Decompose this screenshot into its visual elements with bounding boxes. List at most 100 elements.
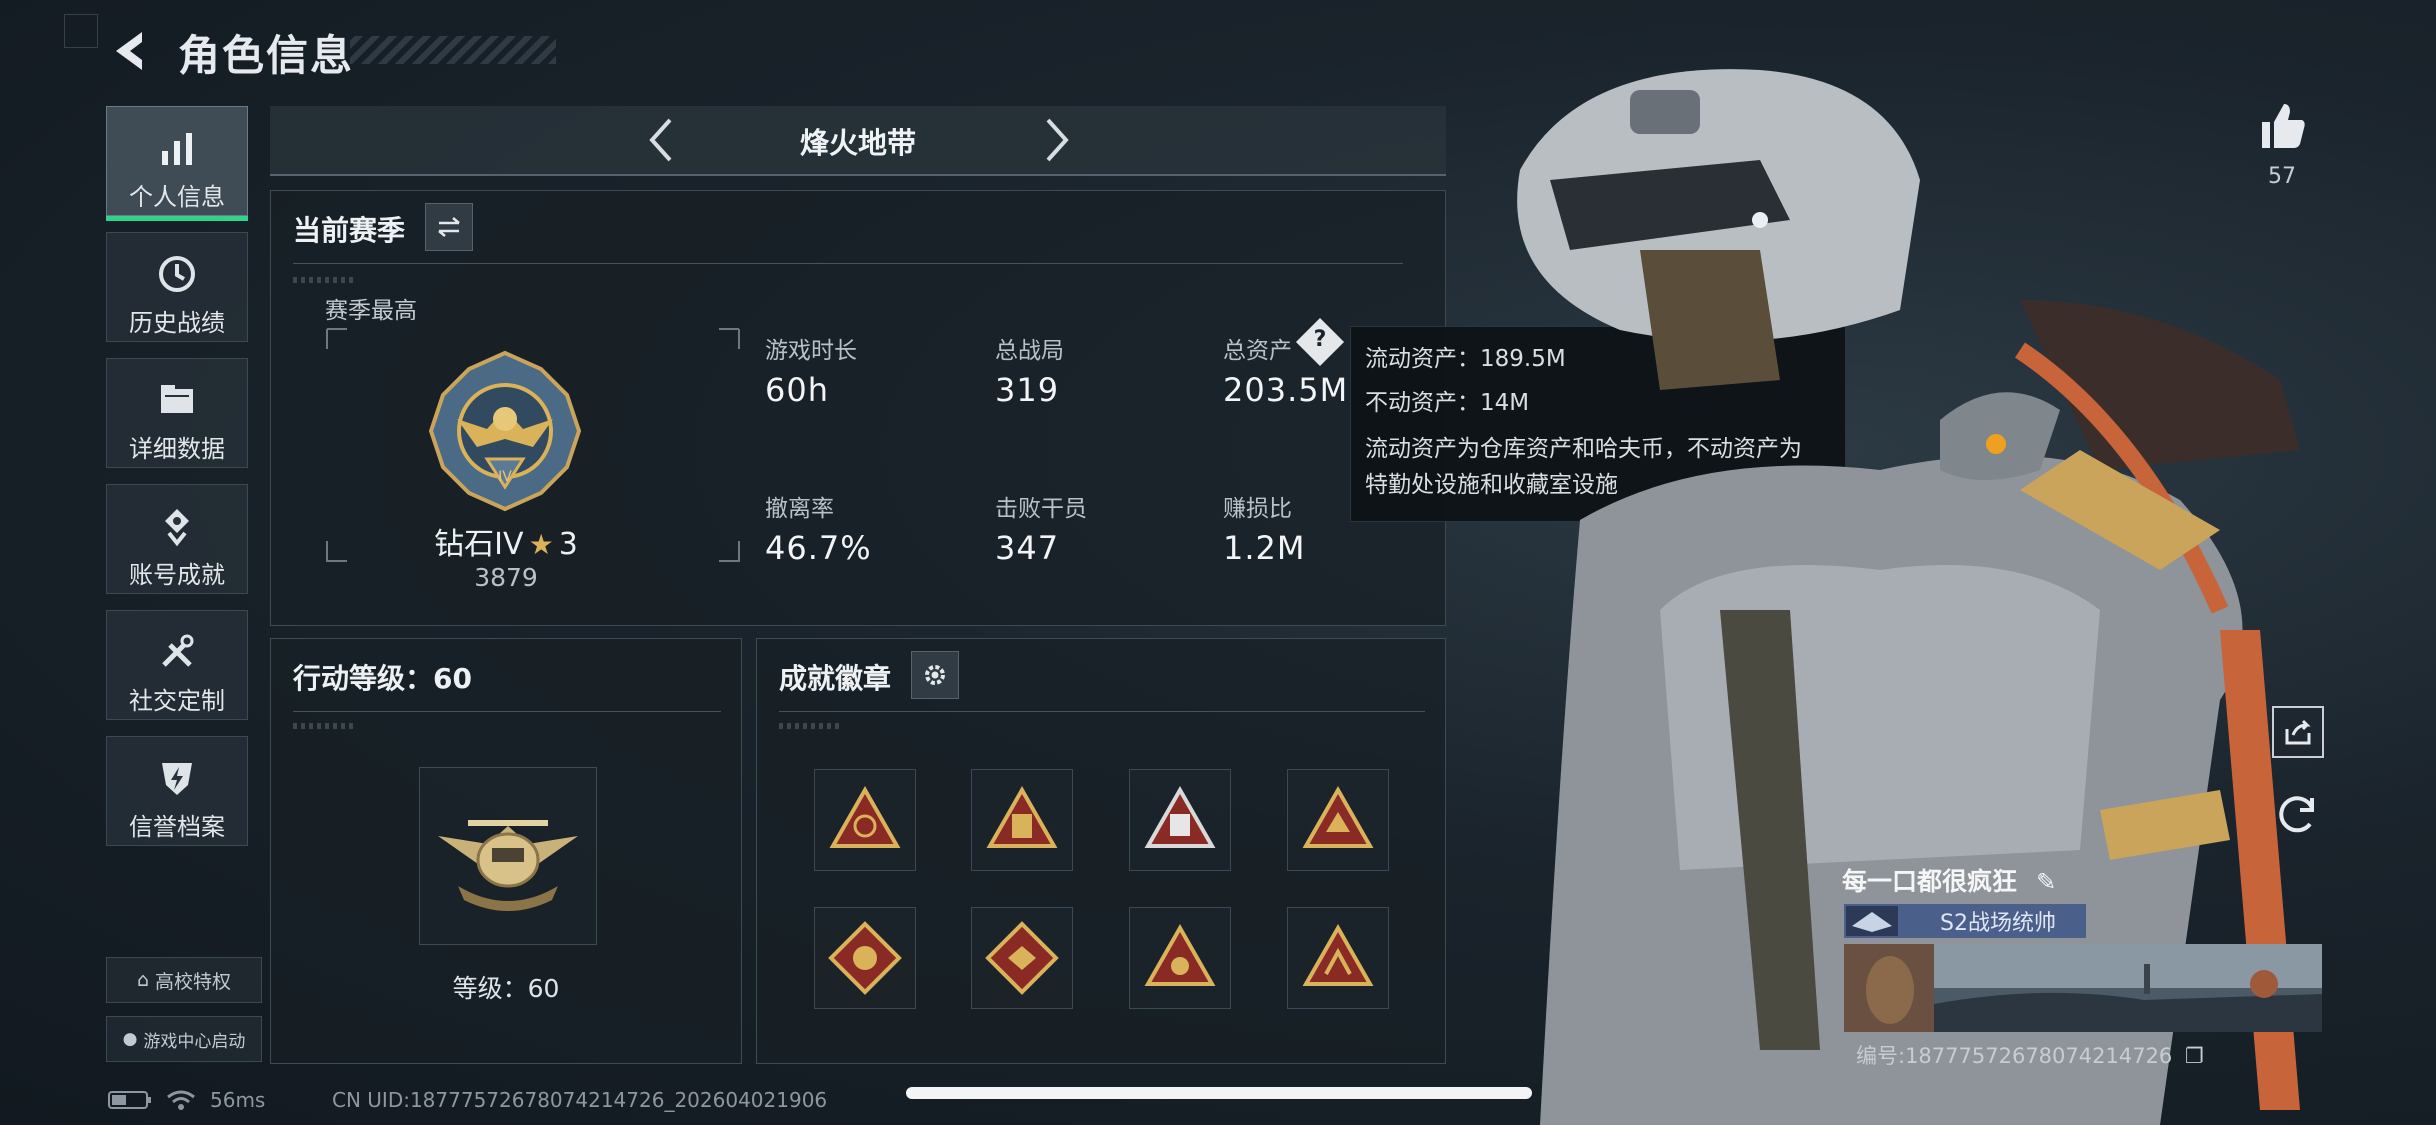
level-text: 等级：60 [452,974,560,1003]
nav-label: 个人信息 [129,183,225,211]
rotate-refresh-icon[interactable] [2272,788,2324,840]
season-switch-button[interactable] [425,203,473,251]
stat-label: 总战局 [995,338,1064,364]
title-tag: S2战场统帅 [1844,904,2086,938]
tools-icon [162,634,194,667]
nav-item-personal-info[interactable]: 个人信息 [106,106,248,221]
badge-diamond-icon [828,921,902,995]
prev-mode-arrow-icon[interactable] [638,114,688,166]
stat-value: 319 [995,371,1060,409]
next-mode-arrow-icon[interactable] [1030,114,1080,166]
level-emblem-frame [419,767,597,945]
nav-label: 社交定制 [129,687,225,715]
nav-label: 历史战绩 [129,309,225,337]
badges-title: 成就徽章 [779,662,892,695]
achievement-icon [165,509,189,547]
badge-slot[interactable] [971,907,1073,1009]
shield-bolt-icon [162,763,192,795]
divider-dash [293,277,353,283]
mode-label: 烽火地带 [799,126,916,160]
badge-slot[interactable] [814,907,916,1009]
badge-triangle-icon [986,785,1058,848]
nav-item-history[interactable]: 历史战绩 [106,232,248,342]
badge-diamond-icon [985,921,1059,995]
player-uid-text: 编号:18777572678074214726 [1856,1044,2173,1068]
divider-dash [293,723,353,729]
share-icon [2285,719,2311,745]
helicopter-emblem-icon [438,820,578,911]
cn-uid: CN UID:18777572678074214726_202604021906 [332,1088,828,1112]
player-card: 每一口都很疯狂 ✎ [1842,862,2326,898]
corner-decoration [64,14,98,48]
page-title: 角色信息 [178,31,355,80]
nav-label: 详细数据 [129,435,225,463]
ping-value: 56ms [210,1088,266,1112]
stat-value: 1.2M [1223,529,1306,567]
season-best-label: 赛季最高 [325,298,417,324]
divider [293,263,1403,264]
nav-item-achievements[interactable]: 账号成就 [106,484,248,594]
edit-pencil-icon[interactable]: ✎ [2036,868,2056,896]
player-banner-image [1844,944,2322,1032]
stat-label: 击败干员 [995,496,1087,522]
season-panel: 当前赛季 赛季最高 IV 钻石IV ★ 3 3879 游戏时长 60h 总战局 … [270,190,1446,626]
game-center-button[interactable]: ● 游戏中心启动 [106,1016,262,1062]
wifi-icon [167,1090,195,1110]
home-indicator[interactable] [906,1087,1532,1099]
campus-privilege-button[interactable]: ⌂ 高校特权 [106,957,262,1003]
stat-label: 撤离率 [765,496,834,522]
game-center-icon: ● [122,1029,138,1049]
svg-text:IV: IV [498,469,512,485]
badge-triangle-icon [1144,923,1216,986]
badge-slot[interactable] [814,769,916,871]
action-level-title: 行动等级：60 [293,662,472,695]
back-arrow-icon[interactable] [108,28,154,74]
title-stripe-decoration [350,36,556,64]
badge-slot[interactable] [1287,769,1389,871]
like-count: 57 [2268,164,2296,189]
badge-slot[interactable] [1129,907,1231,1009]
stat-label: 总资产 [1223,338,1292,364]
diamond-rank-emblem-icon: IV [428,350,582,512]
status-bar: 56ms [108,1088,265,1112]
badge-triangle-icon [1302,785,1374,848]
divider [293,711,721,712]
stat-value: 347 [995,529,1060,567]
game-center-label: 游戏中心启动 [143,1031,246,1052]
divider-dash [779,723,839,729]
nav-item-details[interactable]: 详细数据 [106,358,248,468]
folder-icon [161,385,193,413]
badge-triangle-icon [1302,923,1374,986]
divider [779,711,1425,712]
nav-item-reputation[interactable]: 信誉档案 [106,736,248,846]
stat-value: 60h [765,371,829,409]
action-level-panel: 行动等级：60 等级：60 [270,638,742,1064]
badge-triangle-icon [1144,785,1216,848]
stat-label: 游戏时长 [765,338,857,364]
nav-label: 信誉档案 [129,813,225,841]
stat-value: 203.5M [1223,371,1349,409]
rank-name-row: 钻石IV ★ 3 [431,519,581,563]
history-clock-icon [159,256,195,292]
campus-privilege-label: 高校特权 [155,970,232,993]
player-uid: 编号:18777572678074214726 ❐ [1856,1040,2204,1070]
stat-value: 46.7% [765,529,872,567]
stat-label: 赚损比 [1223,496,1292,522]
gear-icon [925,665,945,685]
season-title: 当前赛季 [293,214,406,247]
swap-icon [438,217,460,237]
rank-stars: 3 [558,527,578,562]
badge-slot[interactable] [1129,769,1231,871]
copy-icon[interactable]: ❐ [2185,1044,2204,1068]
badge-slot[interactable] [971,769,1073,871]
like-thumb-icon[interactable] [2254,98,2310,154]
share-button[interactable] [2272,706,2324,758]
nav-label: 账号成就 [129,561,225,589]
badge-settings-button[interactable] [911,651,959,699]
battery-icon [108,1091,151,1109]
rank-name: 钻石IV [434,527,524,562]
title-emblem-icon [1846,906,1898,936]
nav-item-social[interactable]: 社交定制 [106,610,248,720]
help-icon-glyph: ? [1313,327,1327,352]
badge-slot[interactable] [1287,907,1389,1009]
